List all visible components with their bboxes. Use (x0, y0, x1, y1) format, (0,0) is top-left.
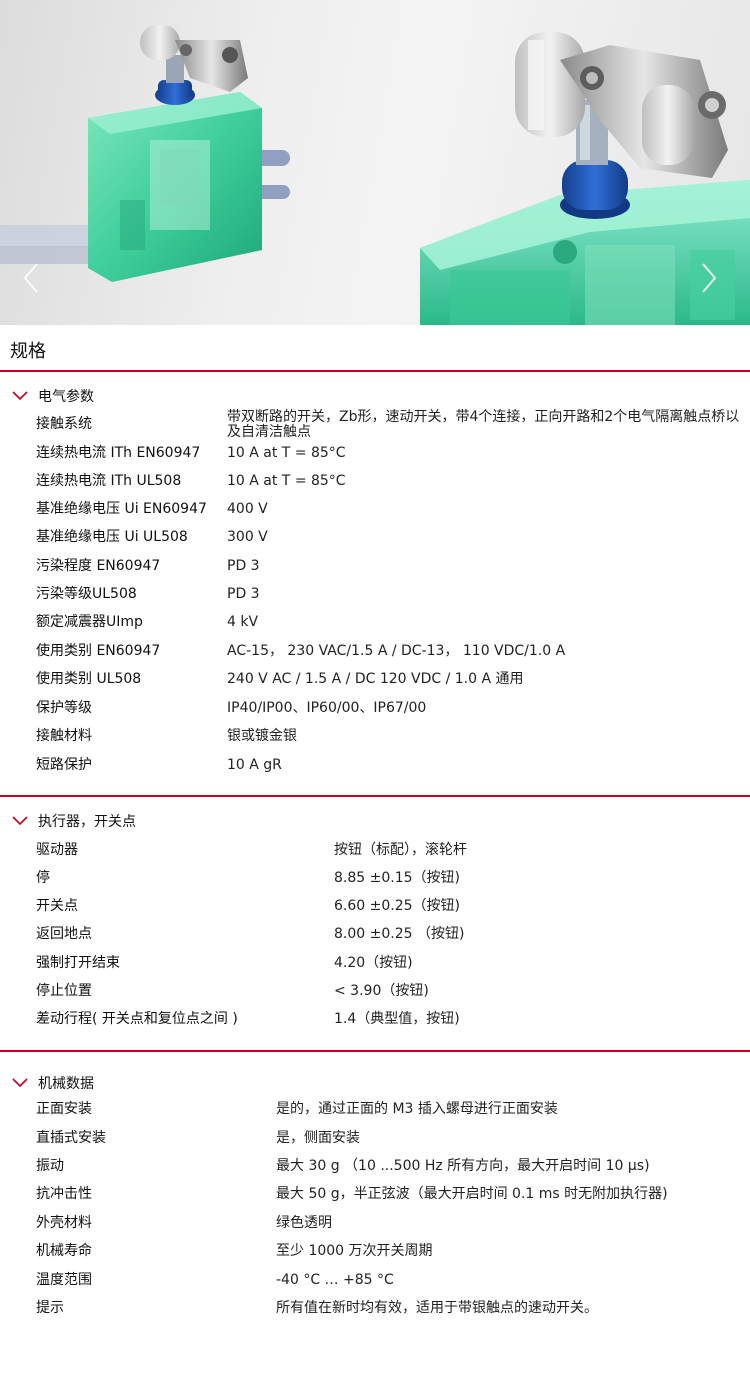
spec-value: 最大 50 g，半正弦波（最大开启时间 0.1 ms 时无附加执行器) (276, 1186, 668, 1202)
spec-value: 至少 1000 万次开关周期 (276, 1243, 433, 1259)
spec-label: 抗冲击性 (36, 1186, 92, 1202)
page-title: 规格 (10, 341, 46, 362)
spec-value: 是，侧面安装 (276, 1130, 360, 1146)
spec-value: 6.60 ±0.25（按钮) (334, 898, 460, 914)
spec-value: 8.00 ±0.25 （按钮) (334, 926, 465, 942)
spec-label: 返回地点 (36, 926, 92, 942)
spec-value: PD 3 (227, 558, 260, 574)
spec-value: 400 V (227, 501, 268, 517)
small-switch-graphic (0, 25, 290, 282)
spec-label: 机械寿命 (36, 1243, 92, 1259)
spec-label: 驱动器 (36, 842, 78, 858)
spec-value: 1.4（典型值，按钮) (334, 1011, 460, 1027)
spec-label: 接触材料 (36, 728, 92, 744)
section-header-mechanical[interactable]: 机械数据 (12, 1071, 94, 1095)
spec-label: 直插式安装 (36, 1130, 106, 1146)
spec-label: 强制打开结束 (36, 955, 120, 971)
chevron-down-icon (12, 816, 28, 826)
spec-label: 停 (36, 870, 50, 886)
spec-value: < 3.90（按钮) (334, 983, 429, 999)
spec-value: 4.20（按钮) (334, 955, 413, 971)
spec-value: PD 3 (227, 586, 260, 602)
spec-label: 短路保护 (36, 757, 92, 773)
product-photo-micro-switch (0, 25, 750, 325)
section-header-electrical[interactable]: 电气参数 (12, 384, 94, 408)
spec-label: 外壳材料 (36, 1215, 92, 1231)
spec-label: 提示 (36, 1300, 64, 1316)
spec-value: 10 A at T = 85°C (227, 445, 346, 461)
spec-value: 绿色透明 (276, 1215, 332, 1231)
spec-label: 差动行程( 开关点和复位点之间 ) (36, 1011, 238, 1027)
spec-label: 停止位置 (36, 983, 92, 999)
section-divider (0, 795, 750, 797)
spec-label: 接触系统 (36, 416, 92, 432)
spec-value: 是的，通过正面的 M3 插入螺母进行正面安装 (276, 1101, 558, 1117)
spec-label: 正面安装 (36, 1101, 92, 1117)
spec-value: -40 °C … +85 °C (276, 1272, 394, 1288)
spec-label: 温度范围 (36, 1272, 92, 1288)
product-image-carousel[interactable] (0, 0, 750, 325)
spec-label: 基准绝缘电压 Ui EN60947 (36, 501, 207, 517)
spec-value: 按钮（标配），滚轮杆 (334, 842, 467, 858)
spec-label: 连续热电流 ITh EN60947 (36, 445, 201, 461)
spec-value: 10 A gR (227, 757, 282, 773)
spec-label: 保护等级 (36, 700, 92, 716)
chevron-down-icon (12, 1078, 28, 1088)
chevron-left-icon (23, 263, 38, 293)
spec-value: AC-15， 230 VAC/1.5 A / DC-13， 110 VDC/1.… (227, 643, 566, 659)
spec-value: 300 V (227, 529, 268, 545)
spec-label: 污染程度 EN60947 (36, 558, 161, 574)
spec-label: 使用类别 UL508 (36, 671, 142, 687)
spec-value: 带双断路的开关，Zb形，速动开关，带4个连接，正向开路和2个电气隔离触点桥以及自… (227, 409, 740, 440)
spec-value: 银或镀金银 (227, 728, 297, 744)
spec-value: 10 A at T = 85°C (227, 473, 346, 489)
spec-value: 所有值在新时均有效，适用于带银触点的速动开关。 (276, 1300, 598, 1316)
carousel-prev-button[interactable] (22, 262, 48, 302)
spec-label: 额定减震器UImp (36, 614, 143, 630)
section-divider (0, 1050, 750, 1052)
spec-value: 4 kV (227, 614, 259, 630)
spec-label: 振动 (36, 1158, 64, 1174)
carousel-next-button[interactable] (700, 262, 726, 302)
spec-label: 污染等级UL508 (36, 586, 137, 602)
spec-label: 开关点 (36, 898, 78, 914)
spec-label: 基准绝缘电压 Ui UL508 (36, 529, 188, 545)
title-divider (0, 370, 750, 372)
section-title: 执行器，开关点 (38, 814, 136, 830)
spec-label: 使用类别 EN60947 (36, 643, 161, 659)
spec-value: IP40/IP00、IP60/00、IP67/00 (227, 700, 427, 716)
spec-label: 连续热电流 ITh UL508 (36, 473, 182, 489)
chevron-down-icon (12, 391, 28, 401)
section-title: 机械数据 (38, 1076, 94, 1092)
section-header-actuator[interactable]: 执行器，开关点 (12, 809, 136, 833)
spec-value: 240 V AC / 1.5 A / DC 120 VDC / 1.0 A 通用 (227, 671, 524, 687)
chevron-right-icon (702, 263, 717, 293)
spec-value: 最大 30 g （10 ...500 Hz 所有方向，最大开启时间 10 µs) (276, 1158, 650, 1174)
section-title: 电气参数 (38, 389, 94, 405)
spec-value: 8.85 ±0.15（按钮) (334, 870, 460, 886)
